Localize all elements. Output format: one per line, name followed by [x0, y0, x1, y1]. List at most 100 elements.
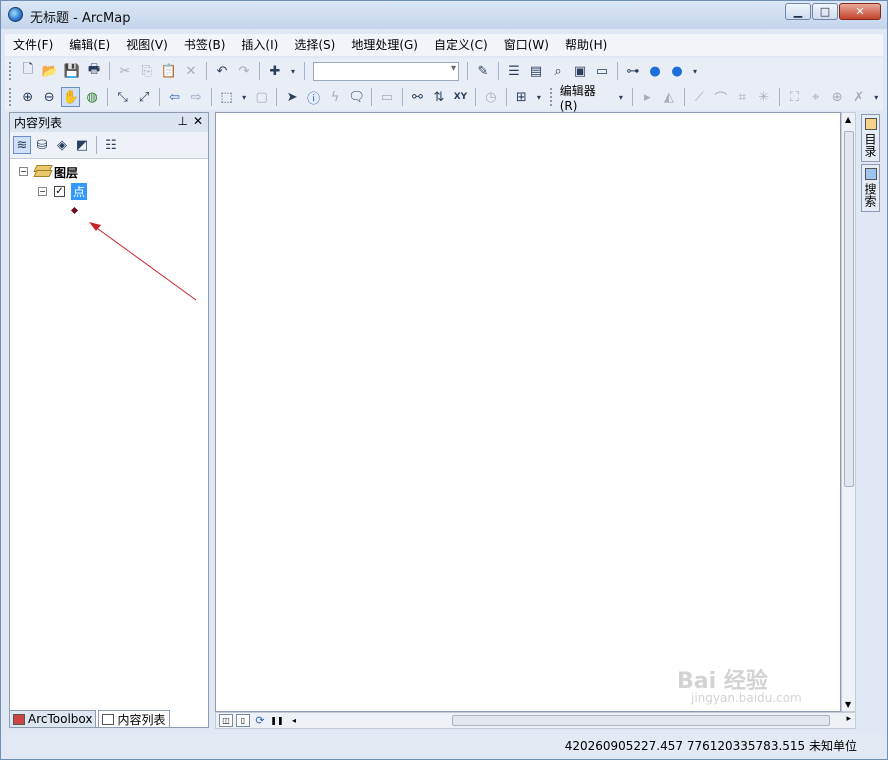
straight-segment-icon[interactable]: ⟋ [690, 87, 709, 107]
python-window-icon[interactable]: ▭ [592, 61, 612, 81]
forward-arrow-icon[interactable]: ⇨ [186, 87, 205, 107]
catalog-window-icon[interactable]: ▤ [526, 61, 546, 81]
find-binoculars-icon[interactable]: ⚯ [408, 87, 427, 107]
horizontal-scroll-thumb[interactable] [452, 715, 830, 726]
toolbar-overflow-icon[interactable]: ▾ [689, 61, 701, 81]
arcgis-online-icon[interactable]: ● [645, 61, 665, 81]
clear-selection-icon[interactable]: ▢ [252, 87, 271, 107]
maximize-button[interactable]: □ [812, 3, 838, 20]
back-arrow-icon[interactable]: ⇦ [165, 87, 184, 107]
add-data-icon[interactable]: ✚ [265, 61, 285, 81]
arctoolbox-icon[interactable]: ▣ [570, 61, 590, 81]
list-by-drawing-order-icon[interactable]: ≋ [13, 136, 31, 154]
toolbar-overflow-icon[interactable]: ▾ [870, 87, 882, 107]
edit-annotation-icon[interactable]: ◭ [659, 87, 678, 107]
end-point-arc-icon[interactable]: ⌒ [711, 87, 730, 107]
measure-icon[interactable]: ▭ [377, 87, 396, 107]
table-of-contents-icon[interactable]: ☰ [504, 61, 524, 81]
trace-icon[interactable]: ⌗ [733, 87, 752, 107]
menu-file[interactable]: 文件(F) [5, 34, 61, 56]
point-icon[interactable]: ✳ [754, 87, 773, 107]
layout-view-icon[interactable]: ▯ [236, 714, 250, 727]
menu-geoprocessing[interactable]: 地理处理(G) [343, 34, 426, 56]
menu-windows[interactable]: 窗口(W) [496, 34, 557, 56]
cursor-coordinates: 420260905227.457 776120335783.515 未知单位 [564, 739, 857, 753]
full-extent-icon[interactable]: ◍ [82, 87, 101, 107]
tab-search[interactable]: 搜索 [861, 164, 880, 212]
tab-table-of-contents[interactable]: 内容列表 [98, 710, 170, 728]
scroll-down-icon[interactable]: ▼ [845, 700, 851, 709]
vertical-scroll-thumb[interactable] [844, 131, 854, 487]
redo-icon[interactable]: ↷ [234, 61, 254, 81]
save-icon[interactable]: 💾 [62, 61, 82, 81]
select-elements-icon[interactable]: ➤ [282, 87, 301, 107]
pause-drawing-icon[interactable]: ❚❚ [270, 714, 284, 727]
menu-view[interactable]: 视图(V) [118, 34, 176, 56]
add-data-dropdown-icon[interactable]: ▾ [287, 61, 299, 81]
pan-hand-icon[interactable]: ✋ [60, 87, 81, 107]
editor-menu-button[interactable]: 编辑器(R) [558, 82, 614, 113]
model-builder-icon[interactable]: ⊶ [623, 61, 643, 81]
identify-icon[interactable]: ⓘ [304, 87, 323, 107]
tab-catalog[interactable]: 目录 [861, 114, 880, 162]
menu-customize[interactable]: 自定义(C) [426, 34, 496, 56]
list-by-selection-icon[interactable]: ◩ [73, 136, 91, 154]
tab-arctoolbox[interactable]: ArcToolbox [9, 710, 97, 728]
delete-icon[interactable]: ✕ [181, 61, 201, 81]
cut-polygons-icon[interactable]: ⊕ [827, 87, 846, 107]
scroll-right-icon[interactable]: ▸ [846, 714, 851, 724]
create-viewer-window-icon[interactable]: ⊞ [512, 87, 531, 107]
split-tool-icon[interactable]: ✗ [849, 87, 868, 107]
close-icon[interactable]: ✕ [193, 114, 203, 128]
hyperlink-icon[interactable]: ϟ [325, 87, 344, 107]
scroll-up-icon[interactable]: ▲ [845, 115, 851, 124]
print-icon[interactable]: 🖶 [84, 61, 104, 81]
minimize-button[interactable]: ▁ [785, 3, 811, 20]
scroll-left-icon[interactable]: ◂ [287, 714, 301, 727]
options-icon[interactable]: ☷ [102, 136, 120, 154]
fixed-zoom-out-icon[interactable]: ⤢ [134, 87, 153, 107]
search-window-icon[interactable]: ⌕ [548, 61, 568, 81]
zoom-in-icon[interactable]: ⊕ [18, 87, 37, 107]
menu-selection[interactable]: 选择(S) [286, 34, 343, 56]
menu-edit[interactable]: 编辑(E) [61, 34, 118, 56]
menu-help[interactable]: 帮助(H) [557, 34, 615, 56]
list-by-source-icon[interactable]: ⛁ [33, 136, 51, 154]
undo-icon[interactable]: ↶ [212, 61, 232, 81]
menu-insert[interactable]: 插入(I) [233, 34, 286, 56]
paste-icon[interactable]: 📋 [159, 61, 179, 81]
editor-dropdown-icon[interactable]: ▾ [615, 87, 627, 107]
select-features-icon[interactable]: ⬚ [217, 87, 236, 107]
data-view-icon[interactable]: ◫ [219, 714, 233, 727]
pin-icon[interactable]: ⊥ [178, 114, 188, 128]
edit-vertices-icon[interactable]: ⛶ [785, 87, 804, 107]
select-features-dropdown-icon[interactable]: ▾ [238, 87, 250, 107]
list-by-visibility-icon[interactable]: ◈ [53, 136, 71, 154]
edit-tool-icon[interactable]: ▸ [638, 87, 657, 107]
close-button[interactable]: ✕ [839, 3, 881, 20]
toolbar-separator [96, 136, 97, 154]
time-slider-icon[interactable]: ◷ [481, 87, 500, 107]
go-to-xy-icon[interactable]: XY [451, 87, 470, 107]
menu-bookmarks[interactable]: 书签(B) [176, 34, 234, 56]
new-document-icon[interactable]: 🗋 [18, 61, 38, 81]
open-folder-icon[interactable]: 📂 [40, 61, 60, 81]
fixed-zoom-in-icon[interactable]: ⤡ [113, 87, 132, 107]
reshape-feature-icon[interactable]: ⌖ [806, 87, 825, 107]
watermark-url: jingyan.baidu.com [691, 691, 802, 705]
toolbar-overflow-icon[interactable]: ▾ [533, 87, 545, 107]
find-route-icon[interactable]: ⇅ [429, 87, 448, 107]
map-scale-combo[interactable] [313, 61, 459, 81]
editor-toolbar-icon[interactable]: ✎ [473, 61, 493, 81]
toolbar-grip[interactable] [549, 88, 555, 106]
copy-icon[interactable]: ⎘ [137, 61, 157, 81]
toolbar-grip[interactable] [9, 88, 14, 106]
zoom-out-icon[interactable]: ⊖ [39, 87, 58, 107]
refresh-icon[interactable]: ⟳ [253, 714, 267, 727]
vertical-scrollbar[interactable]: ▲ ▼ [841, 112, 856, 712]
html-popup-icon[interactable]: 🗨 [347, 87, 366, 107]
toolbar-grip[interactable] [9, 62, 14, 80]
globe-service-icon[interactable]: ● [667, 61, 687, 81]
map-display[interactable] [215, 112, 841, 712]
cut-icon[interactable]: ✂ [115, 61, 135, 81]
